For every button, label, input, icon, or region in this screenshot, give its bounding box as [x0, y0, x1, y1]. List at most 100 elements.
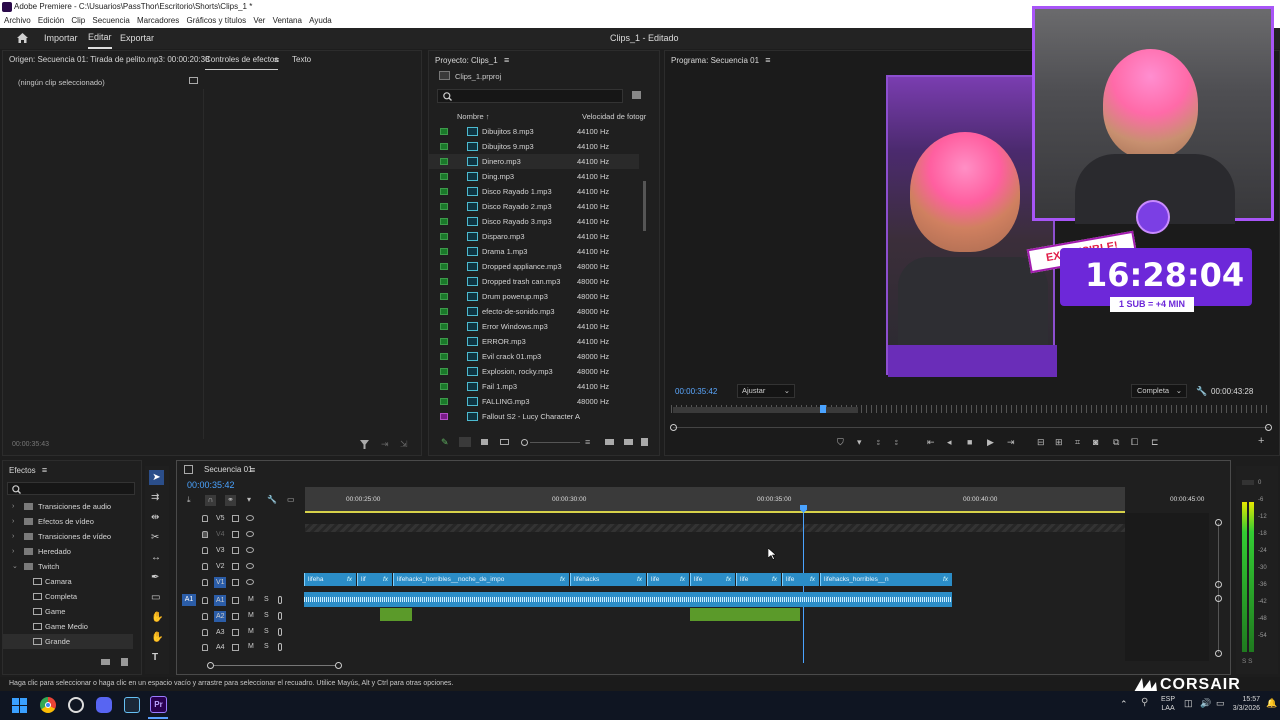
mark-out-icon[interactable]: ⦂ — [895, 436, 898, 448]
list-view-icon[interactable] — [459, 437, 471, 447]
mute-button[interactable]: M — [248, 612, 254, 619]
list-item[interactable]: Dibujitos 9.mp3 44100 Hz — [429, 139, 639, 154]
nest-icon[interactable]: ⤓ — [187, 495, 191, 505]
tab-editar[interactable]: Editar — [88, 28, 112, 49]
mute-button[interactable]: M — [248, 628, 254, 635]
lock-icon[interactable] — [202, 515, 208, 522]
meter-solo-buttons[interactable]: S S — [1242, 658, 1252, 665]
list-item[interactable]: Error Windows.mp3 44100 Hz — [429, 319, 639, 334]
effects-tree-item[interactable]: Camara — [3, 574, 133, 589]
windows-icon[interactable] — [12, 698, 27, 713]
new-bin-icon[interactable] — [632, 91, 641, 99]
microphone-icon[interactable] — [278, 596, 282, 604]
menu-graficos[interactable]: Gráficos y títulos — [187, 14, 247, 28]
chevron-up-icon[interactable]: ⌃ — [1120, 699, 1128, 710]
effects-tree-item[interactable]: Grande — [3, 634, 133, 649]
zoom-handle-left[interactable] — [670, 424, 677, 431]
menu-archivo[interactable]: Archivo — [4, 14, 31, 28]
track-header-a4[interactable]: A4 M S — [180, 641, 304, 655]
rectangle-icon[interactable]: ▭ — [151, 592, 160, 603]
sync-lock-icon[interactable] — [232, 563, 239, 570]
stop-icon[interactable]: ■ — [967, 436, 972, 448]
hand-icon[interactable]: ✋ — [151, 612, 163, 623]
eye-icon[interactable] — [246, 563, 254, 569]
list-item[interactable]: Disco Rayado 3.mp3 44100 Hz — [429, 214, 639, 229]
sync-lock-icon[interactable] — [232, 613, 239, 620]
list-item[interactable]: Disparo.mp3 44100 Hz — [429, 229, 639, 244]
filter-icon[interactable] — [360, 440, 369, 449]
track-header-a2[interactable]: A2 M S — [180, 610, 304, 624]
h-scroll-handle[interactable] — [335, 662, 342, 669]
clock[interactable]: 15:57 3/3/2026 — [1230, 695, 1260, 713]
solo-button[interactable]: S — [264, 643, 269, 650]
volume-icon[interactable]: 🔊 — [1200, 698, 1211, 709]
fx-badge[interactable]: fx — [347, 573, 352, 586]
selection-tool-icon[interactable]: ➤ — [149, 470, 164, 485]
solo-button[interactable]: S — [264, 596, 269, 603]
scroll-handle[interactable] — [1215, 595, 1222, 602]
effects-tree-item[interactable]: › Transiciones de audio — [3, 499, 133, 514]
list-item[interactable]: Ding.mp3 44100 Hz — [429, 169, 639, 184]
play-icon[interactable]: ▶ — [987, 436, 994, 448]
tab-importar[interactable]: Importar — [44, 28, 78, 49]
battery-icon[interactable]: ▭ — [1216, 698, 1225, 709]
expand-icon[interactable] — [189, 77, 198, 84]
premiere-icon[interactable]: Pr — [150, 696, 167, 713]
close-icon[interactable] — [184, 465, 193, 474]
trash-icon[interactable] — [641, 438, 648, 446]
tab-program[interactable]: Programa: Secuencia 01 — [671, 56, 759, 65]
compare-icon[interactable]: ⧉ — [1113, 436, 1119, 448]
marker-icon[interactable]: ⛉ — [837, 436, 844, 448]
lock-icon[interactable] — [202, 597, 208, 604]
tab-effect-controls[interactable]: Controles de efectos — [205, 51, 279, 70]
add-marker-icon[interactable]: ▾ — [247, 495, 251, 504]
zoom-bar[interactable] — [673, 427, 1269, 428]
zoom-handle-right[interactable] — [1265, 424, 1272, 431]
list-item[interactable]: Fail 1.mp3 44100 Hz — [429, 379, 639, 394]
wrench-icon[interactable]: 🔧 — [1196, 386, 1207, 397]
menu-marcadores[interactable]: Marcadores — [137, 14, 179, 28]
program-playhead[interactable] — [820, 405, 826, 413]
lock-icon[interactable] — [202, 579, 208, 586]
menu-edicion[interactable]: Edición — [38, 14, 64, 28]
export-icon[interactable]: ⇲ — [400, 439, 408, 450]
export-frame-icon[interactable]: ⌗ — [1075, 436, 1080, 448]
playhead-line[interactable] — [803, 513, 804, 663]
language-indicator[interactable]: ESP LAA — [1161, 695, 1175, 713]
time-ruler[interactable] — [305, 487, 1125, 511]
sync-lock-icon[interactable] — [232, 547, 239, 554]
fx-badge[interactable]: fx — [943, 573, 948, 586]
menu-secuencia[interactable]: Secuencia — [92, 14, 129, 28]
fx-badge[interactable]: fx — [680, 573, 685, 586]
audio-clip-a1[interactable] — [304, 592, 952, 607]
vr-icon[interactable]: ⧠ — [1131, 436, 1138, 448]
lock-icon[interactable] — [202, 629, 208, 636]
eye-icon[interactable] — [246, 515, 254, 521]
pencil-icon[interactable]: ✎ — [441, 437, 449, 448]
horizontal-scroll-bar[interactable] — [209, 665, 341, 666]
sync-lock-icon[interactable] — [232, 531, 239, 538]
video-clip[interactable]: lifehacks_horribles__noche_de_impo fx — [393, 573, 569, 586]
tab-project[interactable]: Proyecto: Clips_1 — [435, 56, 498, 65]
mark-in-icon[interactable]: ⦂ — [877, 436, 880, 448]
add-marker-icon[interactable]: ▾ — [857, 436, 862, 448]
video-clip[interactable]: life fx — [690, 573, 735, 586]
slip-icon[interactable]: ↔ — [151, 552, 161, 563]
chrome-icon[interactable] — [40, 697, 56, 713]
track-select-icon[interactable]: ⇉ — [151, 492, 159, 503]
menu-lines-icon[interactable]: ≡ — [504, 55, 509, 65]
effects-tree-item[interactable]: Game — [3, 604, 133, 619]
list-item[interactable]: Drum powerup.mp3 48000 Hz — [429, 289, 639, 304]
ripple-edit-icon[interactable]: ⇹ — [151, 512, 159, 523]
sync-lock-icon[interactable] — [232, 579, 239, 586]
vertical-scroll-track[interactable] — [1218, 523, 1219, 653]
captions-icon[interactable]: ▭ — [287, 495, 295, 504]
mute-button[interactable]: M — [248, 596, 254, 603]
scroll-handle[interactable] — [1215, 519, 1222, 526]
microphone-icon[interactable] — [278, 643, 282, 651]
list-item[interactable]: Explosion, rocky.mp3 48000 Hz — [429, 364, 639, 379]
menu-ayuda[interactable]: Ayuda — [309, 14, 332, 28]
video-clip[interactable]: lif fx — [357, 573, 392, 586]
list-item[interactable]: Disco Rayado 1.mp3 44100 Hz — [429, 184, 639, 199]
fx-badge[interactable]: fx — [560, 573, 565, 586]
